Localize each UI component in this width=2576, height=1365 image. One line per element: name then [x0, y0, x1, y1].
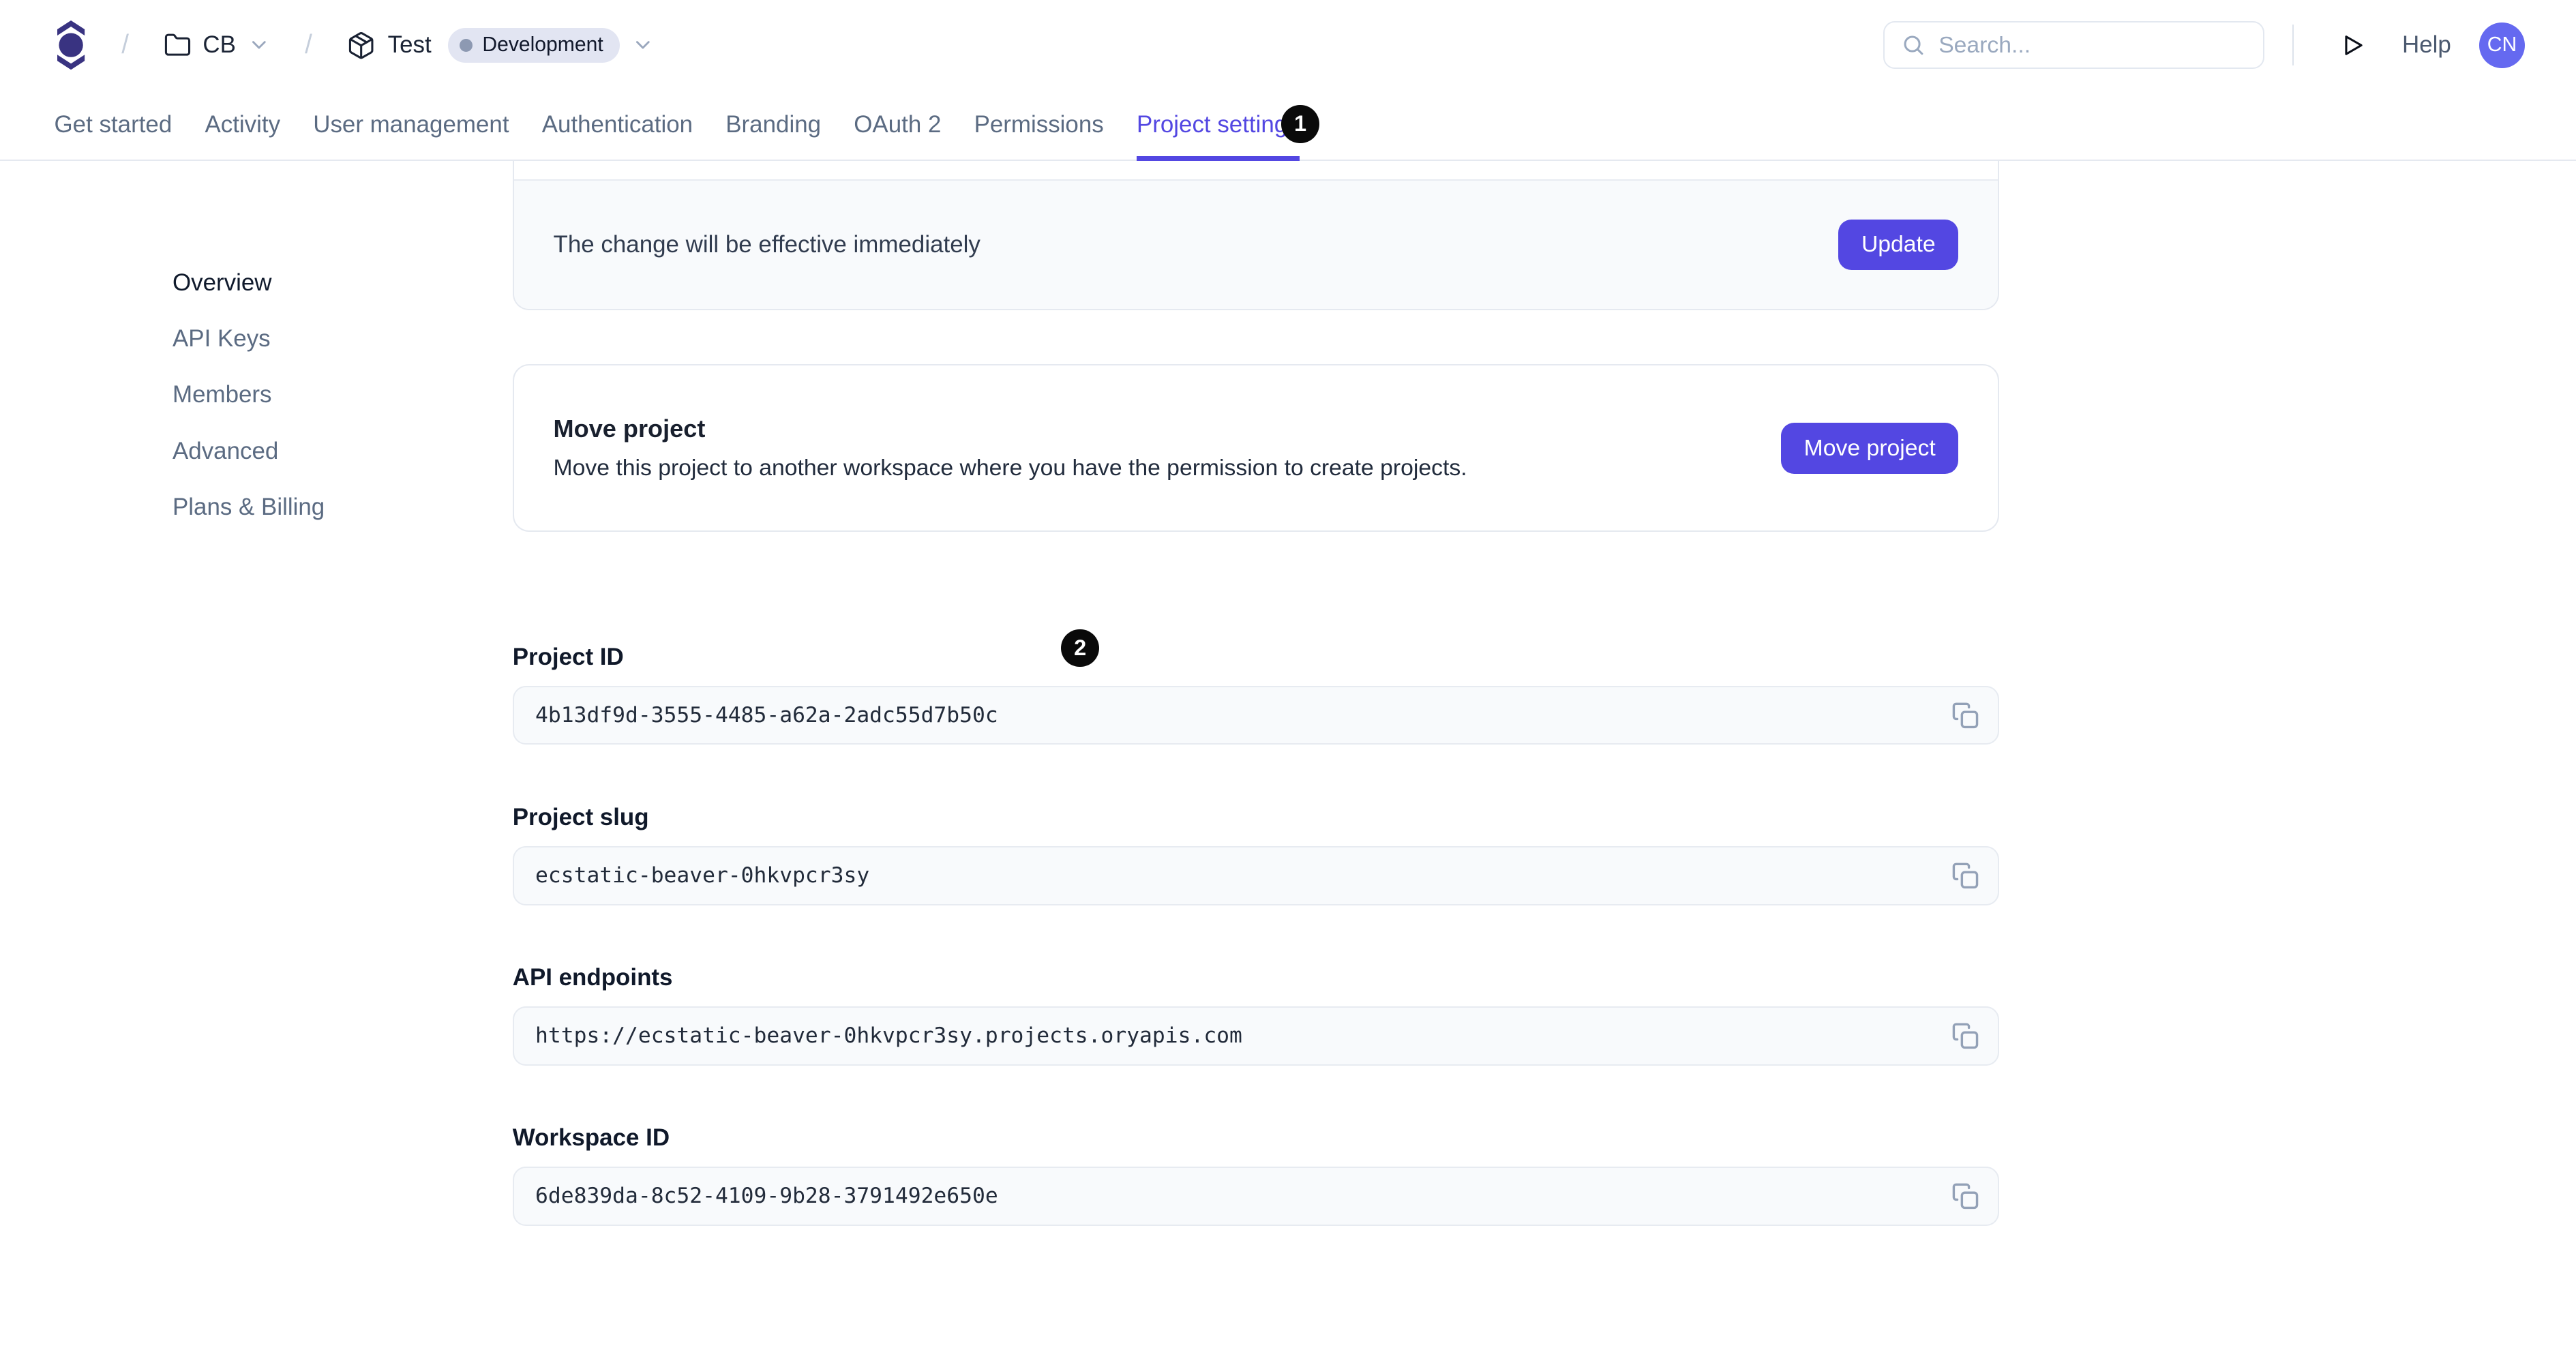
- field-value: 6de839da-8c52-4109-9b28-3791492e650e: [535, 1184, 998, 1209]
- tab[interactable]: Project settings: [1136, 91, 1300, 162]
- chevron-down-icon: [252, 41, 266, 49]
- field-label: Project ID: [512, 644, 624, 671]
- header: / CB / Test Development Search... Help C…: [0, 0, 2576, 91]
- update-card-body: [513, 161, 1998, 181]
- tab[interactable]: Branding: [725, 91, 821, 160]
- move-project-card: Move project Move this project to anothe…: [512, 364, 2000, 532]
- ory-logo[interactable]: [55, 20, 87, 70]
- workspace-name: CB: [203, 31, 236, 59]
- header-divider: [2292, 25, 2294, 66]
- field-group: API endpoints https://ecstatic-beaver-0h…: [512, 964, 2000, 1066]
- field-value-box: 4b13df9d-3555-4485-a62a-2adc55d7b50c: [512, 685, 2000, 745]
- field-label: API endpoints: [512, 964, 673, 991]
- folder-icon: [164, 33, 190, 56]
- header-actions: Help CN: [1883, 21, 2526, 70]
- play-icon: [2345, 35, 2363, 55]
- move-project-text: Move project Move this project to anothe…: [554, 415, 1467, 481]
- copy-button[interactable]: [1941, 1011, 1990, 1060]
- update-note: The change will be effective immediately: [553, 230, 980, 258]
- package-icon: [349, 31, 374, 59]
- move-project-description: Move this project to another workspace w…: [553, 455, 1467, 481]
- field-value: https://ecstatic-beaver-0hkvpcr3sy.proje…: [535, 1023, 1242, 1049]
- environment-dot-icon: [459, 38, 473, 52]
- tab[interactable]: OAuth 2: [854, 91, 941, 160]
- breadcrumb-separator: /: [121, 30, 129, 60]
- sidebar-item[interactable]: API Keys: [173, 325, 325, 352]
- tab[interactable]: Permissions: [974, 91, 1104, 160]
- user-avatar[interactable]: CN: [2478, 22, 2526, 68]
- copy-button[interactable]: [1941, 691, 1990, 740]
- sidebar-item[interactable]: Plans & Billing: [173, 494, 325, 521]
- settings-sidebar: Overview API Keys Members Advanced Plans…: [173, 269, 325, 521]
- main-column: The change will be effective immediately…: [512, 161, 2000, 1226]
- workspace-switcher[interactable]: CB: [164, 31, 271, 59]
- app-root: / CB / Test Development Search... Help C…: [0, 0, 2576, 1365]
- environment-label: Development: [482, 33, 603, 57]
- field-value: ecstatic-beaver-0hkvpcr3sy: [535, 863, 870, 888]
- field-value-box: https://ecstatic-beaver-0hkvpcr3sy.proje…: [512, 1006, 2000, 1066]
- chevron-down-icon: [635, 41, 650, 49]
- tab[interactable]: Activity: [205, 91, 280, 160]
- environment-badge: Development: [447, 27, 620, 63]
- sidebar-item[interactable]: Overview: [173, 269, 325, 297]
- copy-button[interactable]: [1941, 851, 1990, 900]
- search-icon: [1904, 35, 1923, 55]
- field-group: Workspace ID 6de839da-8c52-4109-9b28-379…: [512, 1124, 2000, 1226]
- update-card-footer: The change will be effective immediately…: [513, 181, 1998, 309]
- project-switcher[interactable]: Test Development: [346, 27, 654, 63]
- search-input[interactable]: [1938, 31, 2218, 59]
- update-card: The change will be effective immediately…: [512, 161, 2000, 310]
- run-button[interactable]: [2338, 31, 2366, 59]
- copy-icon: [1952, 862, 1978, 888]
- move-project-title: Move project: [553, 415, 706, 443]
- copy-icon: [1952, 1023, 1978, 1049]
- move-project-button[interactable]: Move project: [1780, 422, 1959, 474]
- field-group: Project ID 4b13df9d-3555-4485-a62a-2adc5…: [512, 644, 2000, 745]
- annotation-marker-2: 2: [1061, 629, 1099, 668]
- project-fields: Project ID 4b13df9d-3555-4485-a62a-2adc5…: [512, 644, 2000, 1226]
- tab[interactable]: Get started: [55, 91, 173, 160]
- content-area: Overview API Keys Members Advanced Plans…: [0, 161, 2576, 1365]
- sidebar-item[interactable]: Advanced: [173, 438, 325, 465]
- annotation-marker-1: 1: [1281, 105, 1319, 143]
- copy-button[interactable]: [1941, 1171, 1990, 1220]
- search-box[interactable]: [1883, 21, 2264, 70]
- field-value-box: ecstatic-beaver-0hkvpcr3sy: [512, 845, 2000, 905]
- field-label: Project slug: [512, 804, 649, 831]
- field-value-box: 6de839da-8c52-4109-9b28-3791492e650e: [512, 1167, 2000, 1226]
- tab[interactable]: Authentication: [542, 91, 693, 160]
- copy-icon: [1952, 1183, 1978, 1210]
- field-value: 4b13df9d-3555-4485-a62a-2adc55d7b50c: [535, 703, 998, 728]
- sidebar-item[interactable]: Members: [173, 381, 325, 408]
- copy-icon: [1952, 702, 1978, 728]
- field-group: Project slug ecstatic-beaver-0hkvpcr3sy: [512, 804, 2000, 905]
- update-button[interactable]: Update: [1838, 219, 1959, 271]
- project-name: Test: [387, 31, 432, 59]
- tab[interactable]: User management: [313, 91, 509, 160]
- ory-logo-icon: [57, 20, 85, 70]
- breadcrumb-separator: /: [305, 30, 312, 60]
- field-label: Workspace ID: [512, 1124, 670, 1152]
- breadcrumb: / CB / Test Development: [55, 20, 655, 70]
- help-link[interactable]: Help: [2402, 31, 2451, 59]
